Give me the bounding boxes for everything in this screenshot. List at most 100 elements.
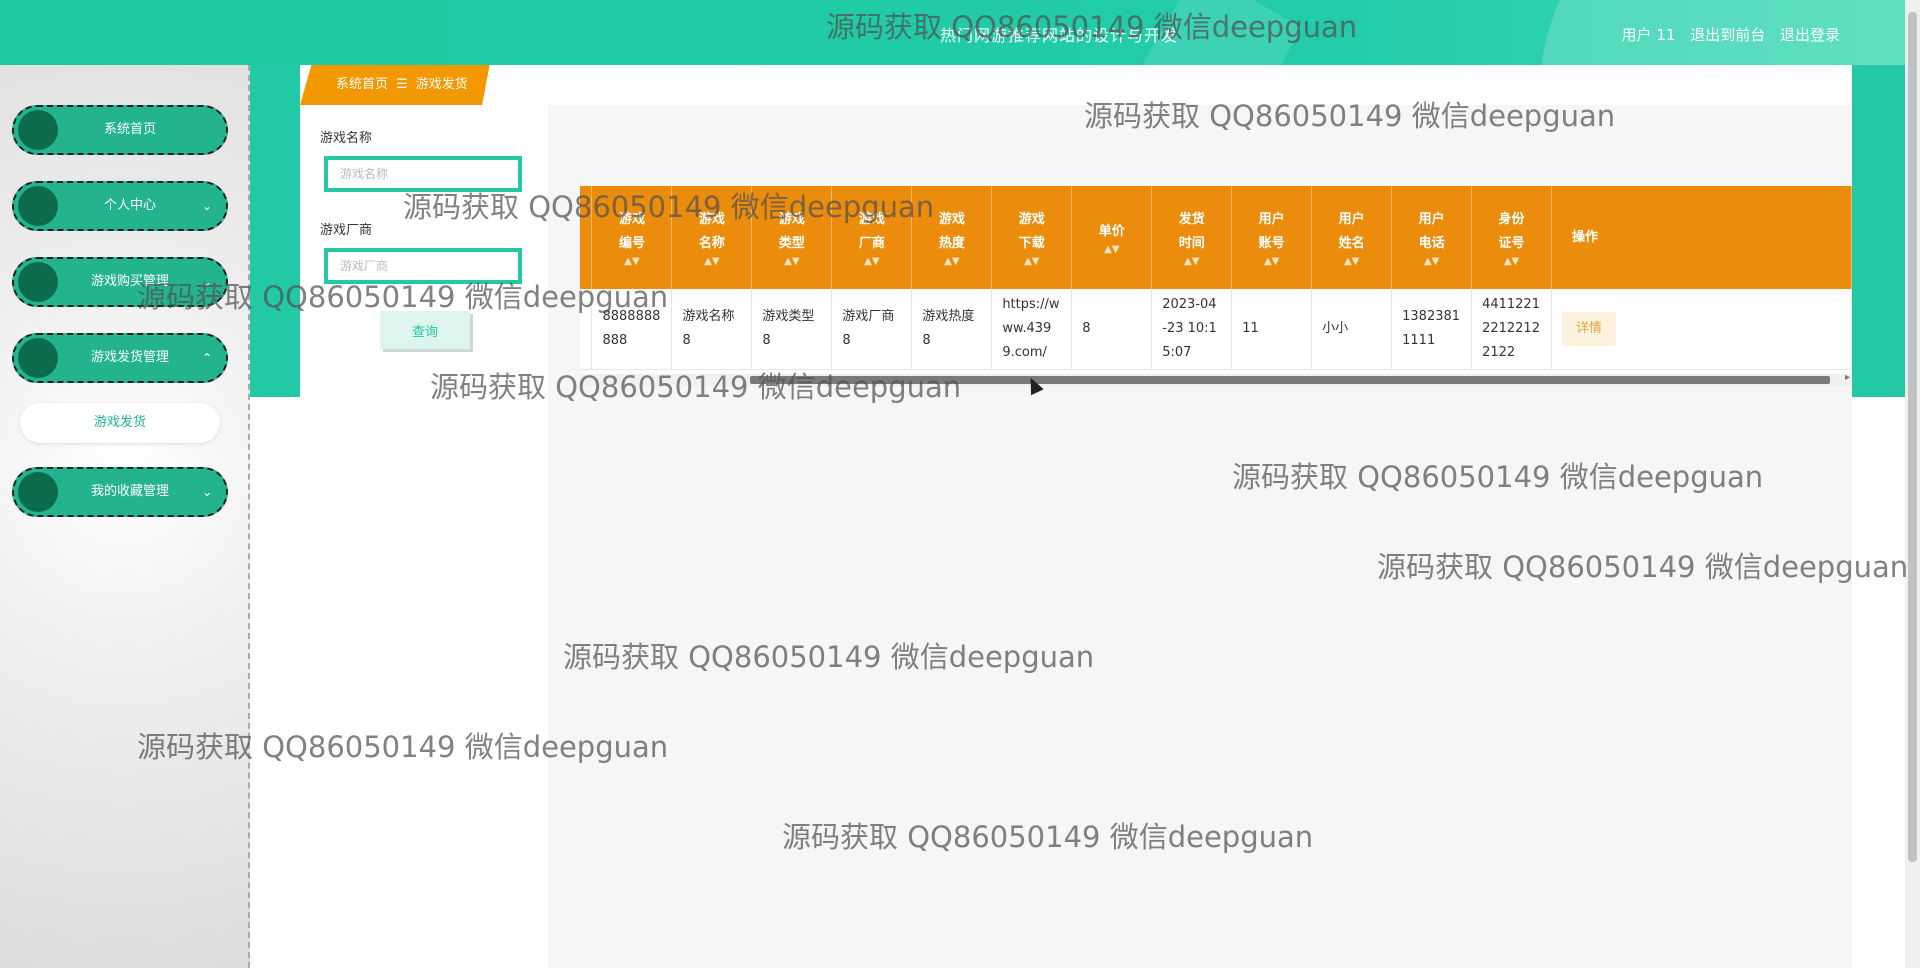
column-title: 身份 证号 xyxy=(1498,211,1525,251)
shipping-table: 游戏 编号 ▲▼ 游戏 名称 ▲▼ 游戏 类型 ▲▼ 游戏 厂商 ▲▼ 游戏 热度 ▲▼ 游戏 下载… xyxy=(580,186,1852,370)
sort-icon[interactable]: ▲▼ xyxy=(756,256,827,268)
column-title: 游戏 编号 xyxy=(618,211,645,251)
scrollbar-thumb[interactable] xyxy=(1908,12,1917,862)
table-header-cell[interactable]: 用户 电话 ▲▼ xyxy=(1391,186,1473,289)
sort-icon[interactable]: ▲▼ xyxy=(676,256,747,268)
column-title: 用户 账号 xyxy=(1258,211,1285,251)
table-header-cell[interactable]: 发货 时间 ▲▼ xyxy=(1151,186,1233,289)
chevron-down-icon: ⌄ xyxy=(201,275,212,289)
table-spacer-cell xyxy=(580,289,593,370)
table-header-cell[interactable]: 游戏 名称 ▲▼ xyxy=(671,186,753,289)
menu-ball-icon xyxy=(18,262,58,302)
table-cell: 11 xyxy=(1231,289,1313,370)
game-vendor-input[interactable] xyxy=(324,248,522,284)
column-title: 游戏 热度 xyxy=(938,211,965,251)
breadcrumb-separator-icon: ☰ xyxy=(396,77,408,92)
table-cell: 游戏名称8 xyxy=(671,289,753,370)
table-cell: 13823811111 xyxy=(1391,289,1473,370)
sidebar-item-shipping-management[interactable]: 游戏发货管理 ⌃ xyxy=(12,333,228,383)
horizontal-scrollbar[interactable]: ▸ xyxy=(580,372,1852,386)
table-header-cell[interactable]: 游戏 厂商 ▲▼ xyxy=(831,186,913,289)
breadcrumb-home[interactable]: 系统首页 xyxy=(336,77,388,92)
table-cell: 8888888888 xyxy=(591,289,673,370)
table-header-cell[interactable]: 用户 姓名 ▲▼ xyxy=(1311,186,1393,289)
logout-link[interactable]: 退出登录 xyxy=(1780,26,1840,44)
sidebar-item-label: 个人中心 xyxy=(103,198,156,213)
column-title: 游戏 名称 xyxy=(698,211,725,251)
column-title: 发货 时间 xyxy=(1178,211,1205,251)
shipping-table-container: 游戏 编号 ▲▼ 游戏 名称 ▲▼ 游戏 类型 ▲▼ 游戏 厂商 ▲▼ 游戏 热度 ▲▼ 游戏 下载… xyxy=(580,186,1852,386)
table-body: 8888888888 游戏名称8 游戏类型8 游戏厂商8 游戏热度8 https://ww… xyxy=(580,289,1852,370)
breadcrumb: 系统首页 ☰ 游戏发货 xyxy=(300,65,490,105)
table-header-cell[interactable]: 游戏 热度 ▲▼ xyxy=(911,186,993,289)
chevron-up-icon: ⌃ xyxy=(201,351,212,365)
sort-icon[interactable]: ▲▼ xyxy=(1316,256,1387,268)
breadcrumb-bar: 系统首页 ☰ 游戏发货 xyxy=(300,65,1852,105)
sidebar-item-personal-center[interactable]: 个人中心 ⌄ xyxy=(12,181,228,231)
game-vendor-label: 游戏厂商 xyxy=(320,223,373,238)
table-cell: 8 xyxy=(1071,289,1153,370)
top-header: 热门网游推荐网站的设计与开发 用户 11 退出到前台 退出登录 xyxy=(0,0,1920,65)
sort-icon[interactable]: ▲▼ xyxy=(916,256,987,268)
table-header-cell[interactable]: 身份 证号 ▲▼ xyxy=(1471,186,1553,289)
table-header-cell[interactable]: 用户 账号 ▲▼ xyxy=(1231,186,1313,289)
menu-ball-icon xyxy=(18,186,58,226)
table-header-spacer xyxy=(580,186,593,289)
table-cell: 441122122122122122 xyxy=(1471,289,1553,370)
table-cell: 游戏热度8 xyxy=(911,289,993,370)
sort-icon[interactable]: ▲▼ xyxy=(1396,256,1467,268)
table-cell: 游戏类型8 xyxy=(751,289,833,370)
sort-icon[interactable]: ▲▼ xyxy=(996,256,1067,268)
chevron-down-icon: ⌄ xyxy=(201,199,212,213)
sidebar-item-label: 系统首页 xyxy=(103,122,156,137)
sidebar-item-label: 游戏购买管理 xyxy=(90,274,169,289)
table-header-cell[interactable]: 游戏 类型 ▲▼ xyxy=(751,186,833,289)
column-title: 单价 xyxy=(1098,223,1125,239)
chevron-down-icon: ⌄ xyxy=(201,485,212,499)
game-name-input[interactable] xyxy=(324,156,522,192)
column-title: 游戏 厂商 xyxy=(858,211,885,251)
column-title: 操作 xyxy=(1572,229,1599,245)
game-name-label: 游戏名称 xyxy=(320,131,373,146)
table-cell: 小小 xyxy=(1311,289,1393,370)
sidebar-item-label: 游戏发货管理 xyxy=(90,350,169,365)
table-header-cell: 操作 xyxy=(1551,186,1852,289)
sort-icon[interactable]: ▲▼ xyxy=(1476,256,1547,268)
table-header-cell[interactable]: 游戏 下载 ▲▼ xyxy=(991,186,1073,289)
sort-icon[interactable]: ▲▼ xyxy=(1156,256,1227,268)
sort-icon[interactable]: ▲▼ xyxy=(596,256,667,268)
table-cell: https://www.4399.com/ xyxy=(991,289,1073,370)
table-header-cell[interactable]: 单价 ▲▼ xyxy=(1071,186,1153,289)
detail-button[interactable]: 详情 xyxy=(1562,312,1617,346)
sort-icon[interactable]: ▲▼ xyxy=(1236,256,1307,268)
sidebar-item-purchase-management[interactable]: 游戏购买管理 ⌄ xyxy=(12,257,228,307)
sidebar-item-favorites-management[interactable]: 我的收藏管理 ⌄ xyxy=(12,467,228,517)
sidebar-subitem-game-shipping[interactable]: 游戏发货 xyxy=(20,403,220,443)
table-row: 8888888888 游戏名称8 游戏类型8 游戏厂商8 游戏热度8 https://ww… xyxy=(580,289,1852,370)
menu-ball-icon xyxy=(18,472,58,512)
menu-ball-icon xyxy=(18,110,58,150)
vertical-scrollbar[interactable] xyxy=(1905,0,1920,968)
table-header-cell[interactable]: 游戏 编号 ▲▼ xyxy=(591,186,673,289)
sidebar-item-home[interactable]: 系统首页 xyxy=(12,105,228,155)
search-panel: 游戏名称 游戏厂商 查询 xyxy=(300,105,548,968)
column-title: 用户 电话 xyxy=(1418,211,1445,251)
table-cell: 2023-04-23 10:15:07 xyxy=(1151,289,1233,370)
back-to-front-link[interactable]: 退出到前台 xyxy=(1690,26,1765,44)
scrollbar-thumb[interactable] xyxy=(750,376,1830,384)
table-cell: 详情 xyxy=(1551,289,1852,370)
sidebar: 系统首页 个人中心 ⌄ 游戏购买管理 ⌄ 游戏发货管理 ⌃ 游戏发货 我的收藏管… xyxy=(0,65,250,968)
table-cell: 游戏厂商8 xyxy=(831,289,913,370)
header-links: 用户 11 退出到前台 退出登录 xyxy=(1612,24,1840,45)
scroll-right-icon[interactable]: ▸ xyxy=(1845,372,1850,383)
user-label: 用户 11 xyxy=(1621,26,1676,44)
sidebar-item-label: 我的收藏管理 xyxy=(90,484,169,499)
site-title: 热门网游推荐网站的设计与开发 xyxy=(940,26,1179,45)
sort-icon[interactable]: ▲▼ xyxy=(836,256,907,268)
column-title: 用户 姓名 xyxy=(1338,211,1365,251)
query-button[interactable]: 查询 xyxy=(380,311,470,349)
column-title: 游戏 下载 xyxy=(1018,211,1045,251)
table-header-row: 游戏 编号 ▲▼ 游戏 名称 ▲▼ 游戏 类型 ▲▼ 游戏 厂商 ▲▼ 游戏 热度 ▲▼ 游戏 下载… xyxy=(580,186,1852,289)
menu-ball-icon xyxy=(18,338,58,378)
sort-icon[interactable]: ▲▼ xyxy=(1076,244,1147,256)
